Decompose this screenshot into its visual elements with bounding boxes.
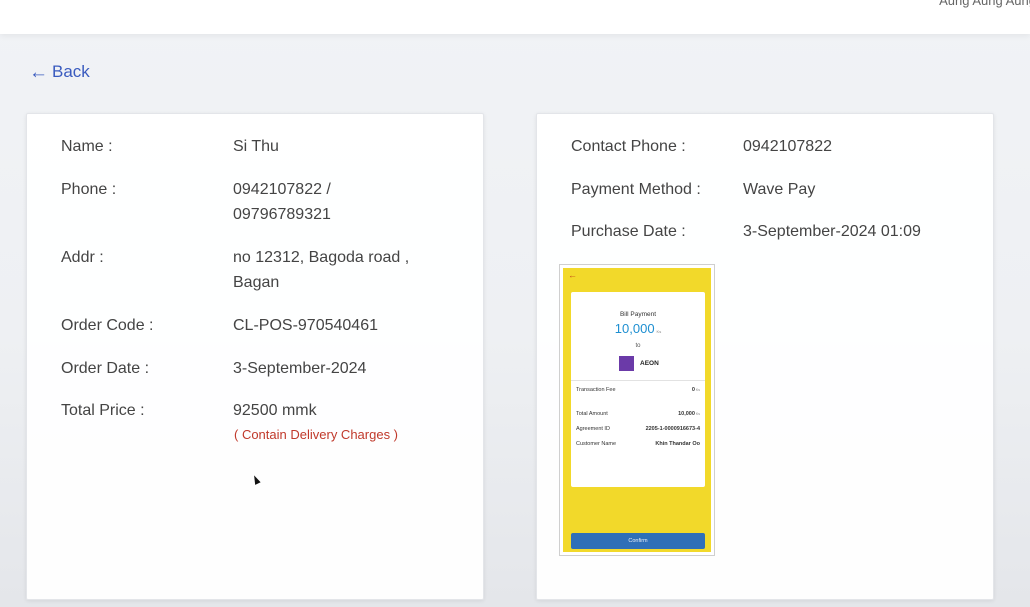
- receipt-confirm-button: Confirm: [571, 533, 705, 549]
- arrow-left-icon: ←: [29, 61, 48, 83]
- receipt-screen: ← Bill Payment 10,000 Ks to AEON Transact…: [563, 268, 711, 552]
- address-value-1: no 12312, Bagoda road ,: [233, 249, 410, 266]
- receipt-customer-value: Khin Thandar Oo: [655, 441, 700, 447]
- top-bar: Aung Aung Aung: [0, 0, 1030, 34]
- customer-info-card: Name : Si Thu Phone : 0942107822 / 09796…: [26, 113, 484, 600]
- payment-info-card: Contact Phone : 0942107822 Payment Metho…: [536, 113, 994, 600]
- contact-phone-value: 0942107822: [743, 138, 832, 155]
- order-code-value: CL-POS-970540461: [233, 317, 378, 334]
- receipt-fee-value: 0: [691, 387, 695, 393]
- back-link[interactable]: ← Back: [29, 62, 90, 82]
- receipt-total-value: 10,000: [678, 411, 695, 417]
- order-date-label: Order Date :: [61, 360, 150, 377]
- name-value: Si Thu: [233, 138, 279, 155]
- payment-method-value: Wave Pay: [743, 181, 816, 198]
- purchase-date-value: 3-September-2024 01:09: [743, 223, 921, 240]
- phone-value-1: 0942107822 /: [233, 181, 331, 198]
- receipt-total-value-line: 10,000Ks: [678, 410, 700, 418]
- receipt-currency: Ks: [656, 329, 662, 334]
- phone-label: Phone :: [61, 181, 117, 198]
- receipt-fee-label: Transaction Fee: [576, 387, 616, 393]
- receipt-divider: [571, 380, 705, 381]
- payment-receipt-image[interactable]: ← Bill Payment 10,000 Ks to AEON Transact…: [559, 264, 715, 556]
- receipt-agreement-label: Agreement ID: [576, 426, 610, 432]
- receipt-title: Bill Payment: [619, 311, 657, 318]
- contact-phone-label: Contact Phone :: [571, 138, 686, 155]
- receipt-amount: 10,000: [614, 321, 655, 336]
- address-label: Addr :: [61, 249, 104, 266]
- receipt-back-icon: ←: [568, 270, 577, 280]
- receipt-total-label: Total Amount: [576, 411, 608, 417]
- total-price-label: Total Price :: [61, 402, 145, 419]
- order-code-label: Order Code :: [61, 317, 154, 334]
- receipt-total-currency: Ks: [695, 412, 700, 416]
- delivery-charge-note: ( Contain Delivery Charges ): [234, 427, 399, 442]
- receipt-merchant-name: AEON: [640, 360, 659, 367]
- receipt-agreement-value: 2205-1-0000916673-4: [645, 426, 700, 432]
- back-label: Back: [52, 62, 90, 81]
- aeon-logo-icon: [619, 356, 634, 371]
- receipt-sheet: Bill Payment 10,000 Ks to AEON Transactio…: [571, 292, 705, 487]
- receipt-amount-line: 10,000 Ks: [571, 321, 705, 336]
- receipt-merchant: AEON: [619, 356, 659, 371]
- order-date-value: 3-September-2024: [233, 360, 367, 377]
- user-name[interactable]: Aung Aung Aung: [939, 0, 1030, 8]
- receipt-fee-value-line: 0Ks: [692, 386, 700, 394]
- purchase-date-label: Purchase Date :: [571, 223, 686, 240]
- address-value-2: Bagan: [233, 274, 280, 291]
- receipt-fee-currency: Ks: [695, 388, 700, 392]
- receipt-to: to: [635, 343, 641, 349]
- receipt-customer-label: Customer Name: [576, 441, 617, 447]
- payment-method-label: Payment Method :: [571, 181, 701, 198]
- name-label: Name :: [61, 138, 113, 155]
- total-price-value: 92500 mmk: [233, 402, 317, 419]
- phone-value-2: 09796789321: [233, 206, 331, 223]
